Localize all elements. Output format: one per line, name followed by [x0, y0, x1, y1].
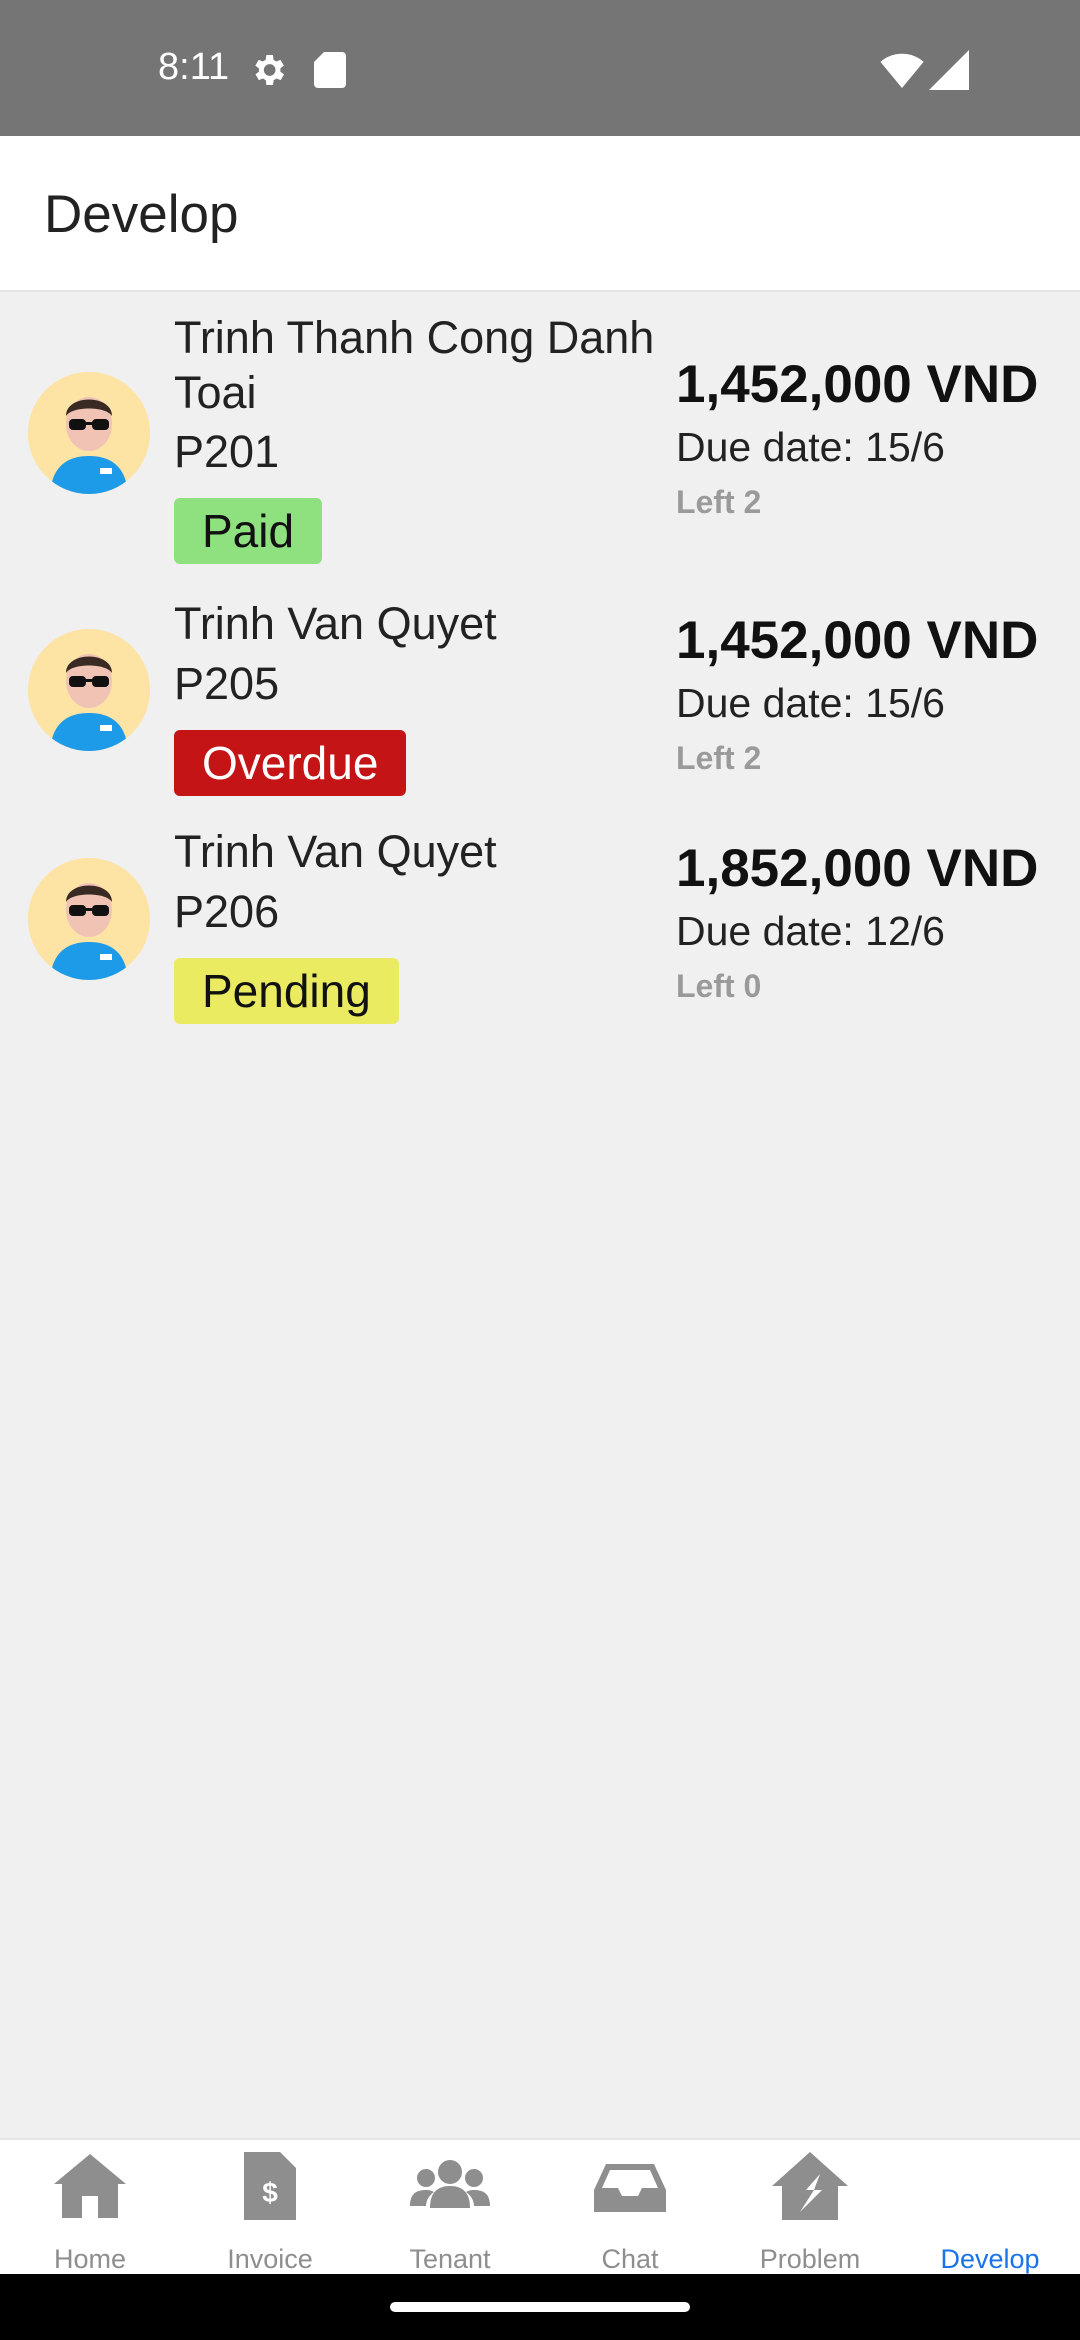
days-left: Left 0 — [676, 968, 762, 1004]
nav-label: Chat — [601, 2244, 659, 2274]
status-badge: Paid — [174, 498, 323, 564]
due-date: Due date: 12/6 — [676, 908, 945, 954]
nav-label: Develop — [940, 2244, 1040, 2274]
invoice-list-item[interactable]: Trinh Van Quyet P206 Pending 1,852,000 V… — [0, 808, 1080, 1036]
invoice-list-item[interactable]: Trinh Thanh Cong Danh Toai P201 Paid 1,4… — [0, 292, 1080, 580]
due-date: Due date: 15/6 — [676, 680, 945, 726]
days-left: Left 2 — [676, 740, 762, 776]
status-badge: Overdue — [174, 730, 407, 796]
room-number: P206 — [174, 886, 280, 937]
users-icon — [410, 2160, 490, 2208]
room-number: P201 — [174, 426, 280, 477]
app-header: Develop — [0, 136, 1080, 292]
invoice-list-item[interactable]: Trinh Van Quyet P205 Overdue 1,452,000 V… — [0, 580, 1080, 808]
invoice-amount: 1,452,000 VND — [676, 611, 1039, 670]
tenant-avatar — [28, 372, 150, 494]
nav-item-develop[interactable]: Develop — [900, 2140, 1080, 2276]
nav-label: Invoice — [227, 2244, 313, 2274]
invoice-icon: $ — [244, 2152, 296, 2220]
invoice-amount: 1,852,000 VND — [676, 839, 1039, 898]
tenant-name: Trinh Van Quyet — [174, 598, 497, 649]
nav-item-chat[interactable]: Chat — [540, 2140, 720, 2276]
page-title: Develop — [44, 185, 239, 244]
wifi-icon — [880, 53, 924, 88]
due-date: Due date: 15/6 — [676, 424, 945, 470]
svg-text:$: $ — [262, 2177, 278, 2208]
status-bar: 8:11 — [0, 0, 1080, 136]
home-gesture-handle[interactable] — [390, 2302, 690, 2312]
tenant-name: Trinh Van Quyet — [174, 826, 497, 877]
invoice-amount: 1,452,000 VND — [676, 355, 1039, 414]
nav-item-home[interactable]: Home — [0, 2140, 180, 2276]
nav-item-problem[interactable]: Problem — [720, 2140, 900, 2276]
nav-label: Problem — [759, 2244, 861, 2274]
nav-item-tenant[interactable]: Tenant — [360, 2140, 540, 2276]
nav-item-invoice[interactable]: $ Invoice — [180, 2140, 360, 2276]
home-icon — [54, 2154, 126, 2218]
status-badge: Pending — [174, 958, 399, 1024]
house-repair-icon — [772, 2152, 848, 2220]
cell-signal-icon — [929, 50, 969, 90]
room-number: P205 — [174, 658, 280, 709]
bottom-nav: Home $ Invoice Tenant Chat Problem Devel… — [0, 2138, 1080, 2276]
tenant-name: Trinh Thanh Cong Danh Toai — [174, 312, 655, 418]
settings-gear-icon — [255, 55, 284, 85]
nav-label: Home — [53, 2244, 127, 2274]
sd-card-icon — [314, 52, 346, 88]
inbox-icon — [594, 2164, 666, 2212]
system-nav-bar — [0, 2274, 1080, 2340]
days-left: Left 2 — [676, 484, 762, 520]
tenant-avatar — [28, 629, 150, 751]
tenant-avatar — [28, 858, 150, 980]
nav-label: Tenant — [409, 2244, 491, 2274]
status-time: 8:11 — [158, 46, 230, 88]
